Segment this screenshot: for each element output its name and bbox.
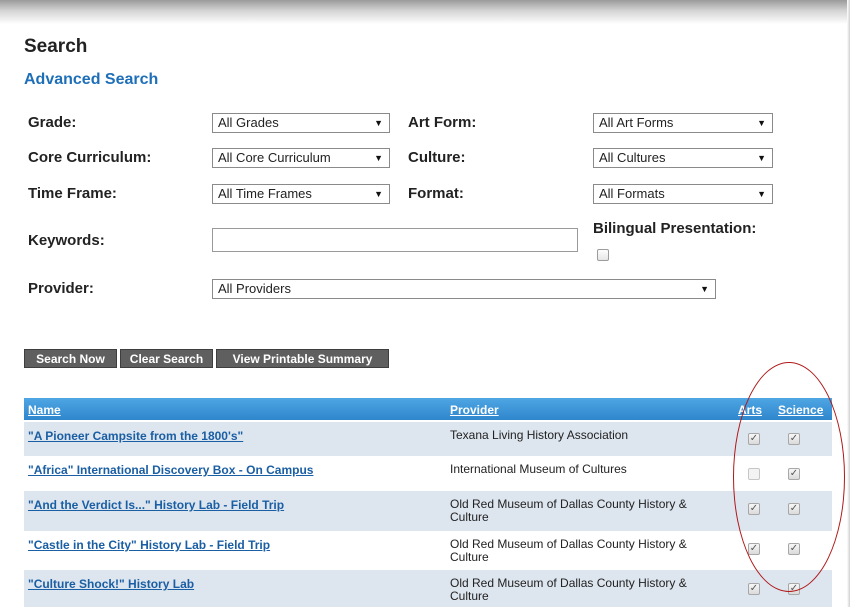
- time-frame-label: Time Frame:: [28, 185, 117, 202]
- culture-label: Culture:: [408, 149, 466, 166]
- core-curriculum-select-value: All Core Curriculum: [218, 150, 331, 165]
- view-printable-summary-button[interactable]: View Printable Summary: [216, 349, 389, 368]
- result-name-link[interactable]: "And the Verdict Is..." History Lab - Fi…: [28, 498, 284, 512]
- check-icon: ✓: [749, 583, 759, 594]
- grade-label: Grade:: [28, 114, 77, 131]
- check-icon: ✓: [789, 503, 799, 514]
- arts-checkbox[interactable]: [748, 468, 760, 480]
- results-table-header: Name Provider Arts Science: [24, 398, 832, 420]
- arts-checkbox[interactable]: ✓: [748, 503, 760, 515]
- result-name-link[interactable]: "Castle in the City" History Lab - Field…: [28, 538, 270, 552]
- culture-select-value: All Cultures: [599, 150, 666, 165]
- arts-checkbox[interactable]: ✓: [748, 543, 760, 555]
- science-checkbox[interactable]: ✓: [788, 583, 800, 595]
- science-checkbox[interactable]: ✓: [788, 543, 800, 555]
- time-frame-select[interactable]: All Time Frames ▼: [212, 184, 390, 204]
- search-now-button[interactable]: Search Now: [24, 349, 117, 368]
- core-curriculum-select[interactable]: All Core Curriculum ▼: [212, 148, 390, 168]
- keywords-label: Keywords:: [28, 232, 105, 249]
- check-icon: ✓: [749, 543, 759, 554]
- check-icon: ✓: [789, 468, 799, 479]
- science-checkbox[interactable]: ✓: [788, 503, 800, 515]
- top-shadow: [0, 0, 850, 24]
- table-row: "A Pioneer Campsite from the 1800's" Tex…: [24, 422, 832, 456]
- grade-select[interactable]: All Grades ▼: [212, 113, 390, 133]
- clear-search-button[interactable]: Clear Search: [120, 349, 213, 368]
- column-header-name[interactable]: Name: [28, 403, 61, 417]
- table-row: "Africa" International Discovery Box - O…: [24, 456, 832, 491]
- result-provider: Old Red Museum of Dallas County History …: [450, 576, 687, 603]
- page-title: Search: [24, 36, 88, 57]
- triangle-down-icon: ▼: [757, 118, 766, 128]
- provider-select-value: All Providers: [218, 281, 291, 296]
- triangle-down-icon: ▼: [374, 153, 383, 163]
- format-label: Format:: [408, 185, 464, 202]
- table-row: "And the Verdict Is..." History Lab - Fi…: [24, 491, 832, 531]
- result-provider: Old Red Museum of Dallas County History …: [450, 537, 687, 564]
- column-header-arts[interactable]: Arts: [738, 403, 762, 417]
- check-icon: ✓: [789, 433, 799, 444]
- triangle-down-icon: ▼: [374, 189, 383, 199]
- result-name-link[interactable]: "Culture Shock!" History Lab: [28, 577, 194, 591]
- arts-checkbox[interactable]: ✓: [748, 433, 760, 445]
- table-row: "Culture Shock!" History Lab Old Red Mus…: [24, 570, 832, 607]
- science-checkbox[interactable]: ✓: [788, 468, 800, 480]
- provider-select[interactable]: All Providers ▼: [212, 279, 716, 299]
- art-form-select[interactable]: All Art Forms ▼: [593, 113, 773, 133]
- triangle-down-icon: ▼: [757, 153, 766, 163]
- grade-select-value: All Grades: [218, 115, 279, 130]
- result-name-link[interactable]: "A Pioneer Campsite from the 1800's": [28, 429, 243, 443]
- keywords-input[interactable]: [212, 228, 578, 252]
- check-icon: ✓: [749, 433, 759, 444]
- check-icon: ✓: [789, 543, 799, 554]
- bilingual-checkbox[interactable]: [597, 249, 609, 261]
- column-header-provider[interactable]: Provider: [450, 403, 499, 417]
- result-name-link[interactable]: "Africa" International Discovery Box - O…: [28, 463, 313, 477]
- triangle-down-icon: ▼: [757, 189, 766, 199]
- column-header-science[interactable]: Science: [778, 403, 823, 417]
- result-provider: Old Red Museum of Dallas County History …: [450, 497, 687, 524]
- bilingual-label: Bilingual Presentation:: [593, 220, 757, 237]
- check-icon: ✓: [789, 583, 799, 594]
- core-curriculum-label: Core Curriculum:: [28, 149, 152, 166]
- art-form-select-value: All Art Forms: [599, 115, 674, 130]
- table-row: "Castle in the City" History Lab - Field…: [24, 531, 832, 570]
- advanced-search-heading: Advanced Search: [24, 71, 159, 88]
- science-checkbox[interactable]: ✓: [788, 433, 800, 445]
- format-select[interactable]: All Formats ▼: [593, 184, 773, 204]
- triangle-down-icon: ▼: [374, 118, 383, 128]
- result-provider: Texana Living History Association: [450, 428, 629, 442]
- triangle-down-icon: ▼: [700, 284, 709, 294]
- art-form-label: Art Form:: [408, 114, 477, 131]
- culture-select[interactable]: All Cultures ▼: [593, 148, 773, 168]
- time-frame-select-value: All Time Frames: [218, 186, 312, 201]
- provider-label: Provider:: [28, 280, 94, 297]
- check-icon: ✓: [749, 503, 759, 514]
- arts-checkbox[interactable]: ✓: [748, 583, 760, 595]
- format-select-value: All Formats: [599, 186, 665, 201]
- result-provider: International Museum of Cultures: [450, 462, 627, 476]
